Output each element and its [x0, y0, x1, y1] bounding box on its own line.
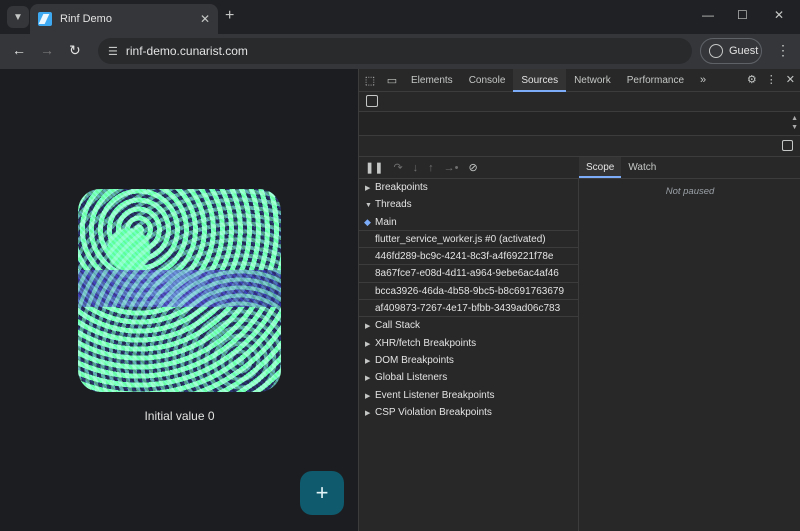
thread-item[interactable]: ◆ Main — [359, 214, 578, 231]
back-button[interactable]: ← — [12, 42, 26, 58]
devtools-tabbar: ⬚ ▭ Elements Console Sources Network Perform… — [359, 68, 800, 92]
section-call-stack[interactable]: ▶ Call Stack — [359, 317, 578, 334]
thread-label: Main — [375, 216, 397, 228]
maximize-button[interactable]: ☐ — [737, 8, 748, 22]
devtools-tab-network[interactable]: Network — [566, 69, 619, 92]
url-text: rinf-demo.cunarist.com — [125, 44, 248, 58]
profile-button[interactable]: Guest — [700, 38, 762, 64]
counter-caption: Initial value 0 — [144, 409, 215, 423]
triangle-right-icon: ▶ — [365, 392, 371, 400]
fractal-image — [78, 189, 281, 392]
triangle-right-icon: ▶ — [365, 323, 371, 331]
pause-icon[interactable]: ❚❚ — [365, 161, 383, 174]
not-paused-message: Not paused — [665, 186, 715, 197]
browser-titlebar: ▼ Rinf Demo ✕ + — ☐ ✕ — [0, 0, 800, 34]
thread-label: bcca3926-46da-4b58-9bc5-b8c691763679 — [375, 285, 565, 297]
section-dom-breakpoints[interactable]: ▶ DOM Breakpoints — [359, 352, 578, 369]
section-label: DOM Breakpoints — [375, 354, 454, 366]
increment-button[interactable]: + — [300, 471, 344, 515]
thread-item[interactable]: flutter_service_worker.js #0 (activated) — [359, 231, 578, 249]
section-label: Threads — [375, 199, 412, 211]
thread-label: af409873-7267-4e17-bfbb-3439ad06c783 — [375, 303, 561, 315]
triangle-right-icon: ▶ — [365, 357, 371, 365]
section-xhr-fetch-breakpoints[interactable]: ▶ XHR/fetch Breakpoints — [359, 335, 578, 352]
step-out-icon[interactable]: ↑ — [428, 162, 434, 174]
devtools-panel: ⬚ ▭ Elements Console Sources Network Perform… — [358, 68, 800, 531]
scope-tab-scope[interactable]: Scope — [579, 157, 622, 178]
triangle-right-icon: ▶ — [365, 185, 371, 192]
triangle-right-icon: ▶ — [365, 340, 371, 348]
browser-toolbar: ← → ↻ ☰ rinf-demo.cunarist.com Guest ⋮ — [0, 34, 800, 69]
plus-icon: + — [315, 480, 329, 505]
profile-label: Guest — [729, 45, 759, 57]
chevron-down-icon: ▼ — [13, 11, 23, 23]
thread-item[interactable]: bcca3926-46da-4b58-9bc5-b8c691763679 — [359, 283, 578, 301]
section-csp-violation-breakpoints[interactable]: ▶ CSP Violation Breakpoints — [359, 404, 578, 421]
editor-scroll-arrows-icon[interactable]: ▲ ▼ — [791, 114, 798, 132]
browser-tab[interactable]: Rinf Demo ✕ — [30, 4, 218, 34]
toggle-debugger-sidebar-icon[interactable] — [782, 140, 793, 151]
debugger-controls: ❚❚ ↷ ↓ ↑ →• ⊘ — [359, 157, 579, 179]
section-event-listener-breakpoints[interactable]: ▶ Event Listener Breakpoints — [359, 387, 578, 404]
section-label: Breakpoints — [375, 182, 428, 193]
more-tabs-icon[interactable]: » — [692, 74, 714, 86]
tab-title: Rinf Demo — [60, 13, 112, 25]
address-bar[interactable]: ☰ rinf-demo.cunarist.com — [98, 38, 692, 64]
reload-button[interactable]: ↻ — [69, 42, 81, 59]
devtools-tab-elements[interactable]: Elements — [403, 69, 461, 92]
devtools-tab-console[interactable]: Console — [461, 69, 514, 92]
current-thread-icon: ◆ — [364, 216, 371, 227]
section-label: Event Listener Breakpoints — [375, 389, 495, 401]
close-devtools-icon[interactable]: ✕ — [786, 73, 795, 86]
scope-tabs: Scope Watch — [579, 157, 800, 179]
section-global-listeners[interactable]: ▶ Global Listeners — [359, 369, 578, 386]
editor-area: ▲ ▼ — [359, 112, 800, 136]
avatar-icon — [709, 44, 723, 58]
settings-gear-icon[interactable]: ⚙ — [747, 73, 757, 86]
close-window-button[interactable]: ✕ — [774, 8, 784, 22]
forward-button[interactable]: → — [40, 42, 54, 58]
minimize-button[interactable]: — — [702, 8, 714, 22]
thread-label: flutter_service_worker.js #0 (activated) — [375, 233, 546, 245]
section-label: Call Stack — [375, 320, 421, 332]
section-breakpoints[interactable]: ▶ Breakpoints — [359, 179, 578, 196]
devtools-tab-sources[interactable]: Sources — [513, 68, 567, 92]
triangle-down-icon: ▼ — [365, 202, 372, 210]
debugger-toggle-row — [359, 136, 800, 157]
thread-item[interactable]: 8a67fce7-e08d-4d11-a964-9ebe6ac4af46 — [359, 265, 578, 283]
step-into-icon[interactable]: ↓ — [413, 162, 419, 174]
browser-menu-icon[interactable]: ⋮ — [776, 42, 790, 59]
thread-item[interactable]: 446fd289-bc9c-4241-8c3f-a4f69221f78e — [359, 248, 578, 266]
new-tab-button[interactable]: + — [225, 7, 234, 25]
scope-pane: Scope Watch Not paused — [579, 157, 800, 531]
debugger-sidebar: ▶ Breakpoints ▼ Threads ◆ Main flutter_service… — [359, 179, 579, 531]
close-tab-icon[interactable]: ✕ — [200, 12, 210, 26]
step-over-icon[interactable]: ↷ — [393, 161, 402, 174]
devtools-tab-performance[interactable]: Performance — [619, 69, 692, 92]
flutter-favicon-icon — [38, 12, 52, 26]
toggle-navigator-icon[interactable] — [366, 95, 378, 107]
thread-item[interactable]: af409873-7267-4e17-bfbb-3439ad06c783 — [359, 300, 578, 318]
site-info-icon[interactable]: ☰ — [108, 45, 118, 58]
section-label: Global Listeners — [375, 372, 448, 384]
deactivate-breakpoints-icon[interactable]: ⊘ — [469, 161, 478, 174]
thread-label: 446fd289-bc9c-4241-8c3f-a4f69221f78e — [375, 251, 554, 263]
step-icon[interactable]: →• — [444, 162, 459, 174]
thread-label: 8a67fce7-e08d-4d11-a964-9ebe6ac4af46 — [375, 268, 559, 280]
triangle-right-icon: ▶ — [365, 375, 371, 383]
inspect-element-icon[interactable]: ⬚ — [359, 74, 381, 87]
section-threads[interactable]: ▼ Threads — [359, 196, 578, 213]
section-label: XHR/fetch Breakpoints — [375, 337, 477, 349]
section-label: CSP Violation Breakpoints — [375, 406, 492, 418]
tab-search-button[interactable]: ▼ — [7, 6, 29, 28]
sources-toolbar — [359, 92, 800, 112]
triangle-right-icon: ▶ — [365, 409, 371, 417]
scope-tab-watch[interactable]: Watch — [621, 157, 663, 178]
page-viewport: Initial value 0 + — [0, 69, 358, 531]
device-toolbar-icon[interactable]: ▭ — [381, 74, 403, 87]
devtools-menu-icon[interactable]: ⋮ — [766, 73, 777, 86]
